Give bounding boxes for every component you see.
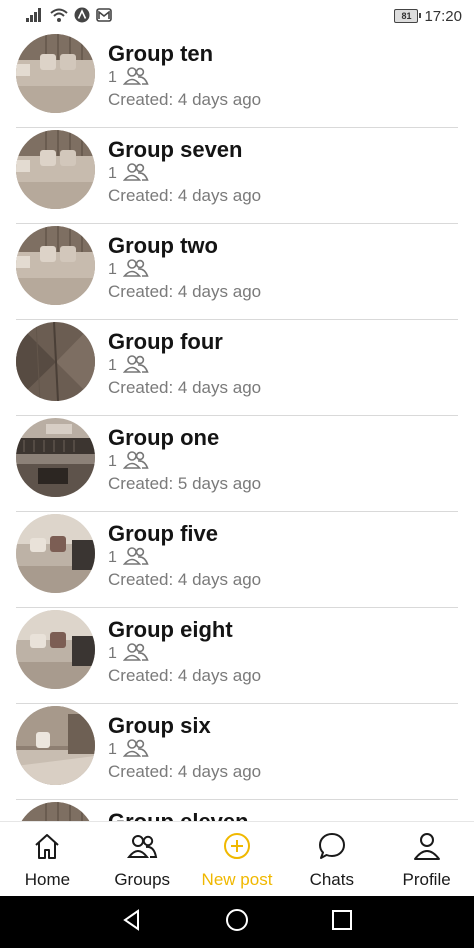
wifi-icon [50, 8, 68, 25]
group-row[interactable]: Group eight 1 Created: 4 days ago [16, 608, 458, 704]
member-count: 1 [108, 741, 117, 758]
tab-home[interactable]: Home [0, 822, 95, 897]
member-count: 1 [108, 261, 117, 278]
created-text: Created: 4 days ago [108, 666, 262, 685]
group-row[interactable]: Group four 1 Created: 4 days ago [16, 320, 458, 416]
group-list[interactable]: Group ten 1 Created: 4 days ago Group seven… [0, 32, 474, 821]
created-text: Created: 4 days ago [108, 186, 262, 205]
tab-label: New post [201, 870, 273, 889]
home-icon [32, 831, 62, 866]
tab-label: Chats [309, 870, 354, 889]
group-row[interactable]: Group ten 1 Created: 4 days ago [16, 32, 458, 128]
members-icon [122, 66, 149, 91]
group-photo [16, 802, 95, 821]
members-icon [122, 738, 149, 763]
group-row[interactable]: Group one 1 Created: 5 days ago [16, 416, 458, 512]
group-name: Group six [108, 713, 211, 738]
signal-icon [26, 7, 44, 25]
group-row[interactable]: Group five 1 Created: 4 days ago [16, 512, 458, 608]
home-nav-icon[interactable] [225, 908, 249, 937]
group-name: Group two [108, 233, 218, 258]
member-count: 1 [108, 357, 117, 374]
members-icon [122, 450, 149, 475]
tab-groups[interactable]: Groups [95, 822, 190, 897]
member-count: 1 [108, 645, 117, 662]
tab-label: Profile [402, 870, 451, 889]
group-name: Group five [108, 521, 219, 546]
group-name: Group four [108, 329, 223, 354]
tab-label: Home [24, 870, 71, 889]
group-photo [16, 34, 95, 113]
members-icon [122, 258, 149, 283]
group-name: Group seven [108, 137, 243, 162]
back-icon[interactable] [121, 908, 143, 936]
groups-icon [126, 831, 158, 866]
created-text: Created: 4 days ago [108, 282, 262, 301]
tab-profile[interactable]: Profile [379, 822, 474, 897]
group-photo [16, 706, 95, 785]
created-text: Created: 5 days ago [108, 474, 262, 493]
bottom-tab-bar: Home Groups New post Chats Profile [0, 821, 474, 897]
status-bar: 81 17:20 [0, 0, 474, 32]
system-nav-bar [0, 896, 474, 948]
group-photo [16, 514, 95, 593]
tab-new-post[interactable]: New post [190, 822, 285, 897]
profile-icon [412, 831, 442, 866]
recents-icon[interactable] [331, 909, 353, 936]
group-name: Group eleven [108, 808, 261, 821]
created-text: Created: 4 days ago [108, 570, 262, 589]
tab-label: Groups [114, 870, 171, 889]
members-icon [122, 546, 149, 571]
plus-circle-icon [222, 831, 252, 866]
group-photo [16, 226, 95, 305]
tab-chats[interactable]: Chats [284, 822, 379, 897]
group-name: Group eight [108, 617, 233, 642]
battery-icon: 81 [394, 9, 422, 23]
clock-text: 17:20 [424, 7, 462, 25]
group-row[interactable]: Group two 1 Created: 4 days ago [16, 224, 458, 320]
group-row[interactable]: Group seven 1 Created: 4 days ago [16, 128, 458, 224]
group-name: Group ten [108, 41, 214, 66]
group-row[interactable]: Group six 1 Created: 4 days ago [16, 704, 458, 800]
member-count: 1 [108, 453, 117, 470]
chat-icon [317, 831, 347, 866]
member-count: 1 [108, 69, 117, 86]
app-notification-icon [74, 7, 90, 26]
mail-icon [96, 7, 112, 25]
member-count: 1 [108, 165, 117, 182]
created-text: Created: 4 days ago [108, 90, 262, 109]
created-text: Created: 4 days ago [108, 762, 262, 781]
members-icon [122, 162, 149, 187]
members-icon [122, 354, 149, 379]
members-icon [122, 642, 149, 667]
group-photo [16, 322, 95, 401]
group-row[interactable]: Group eleven1Created: 4 days ago [16, 800, 458, 821]
group-photo [16, 418, 95, 497]
member-count: 1 [108, 549, 117, 566]
group-name: Group one [108, 425, 220, 450]
group-photo [16, 610, 95, 689]
created-text: Created: 4 days ago [108, 378, 262, 397]
group-photo [16, 130, 95, 209]
